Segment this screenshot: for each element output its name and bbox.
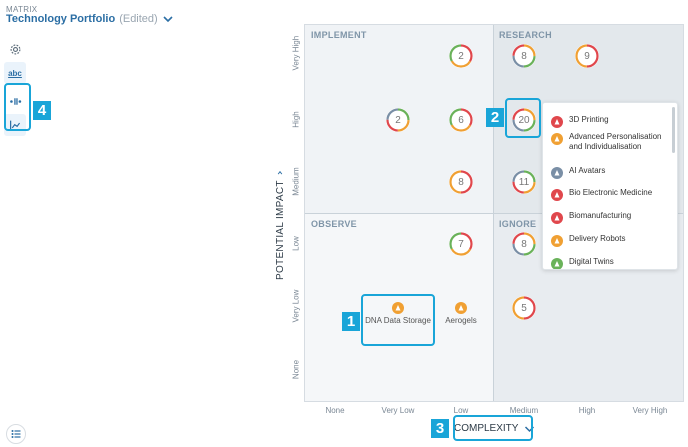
settings-button[interactable] — [4, 38, 26, 60]
cluster-bubble[interactable]: 20 — [512, 108, 536, 132]
popup-list-item[interactable]: 3D Printing — [543, 115, 671, 128]
callout-badge-3: 3 — [431, 419, 449, 438]
bubble-count: 8 — [458, 176, 464, 188]
y-axis-selector[interactable]: POTENTIAL IMPACT — [273, 170, 287, 280]
x-tick-label: None — [325, 406, 345, 415]
left-toolbar: abc — [4, 38, 28, 138]
y-tick-text: Medium — [291, 167, 301, 196]
popup-item-label: Digital Twins — [569, 257, 614, 266]
x-tick-label: Very High — [632, 406, 668, 415]
chevron-down-icon[interactable] — [162, 14, 174, 24]
bubble-count: 11 — [518, 176, 530, 188]
technology-icon — [551, 167, 563, 179]
chart-icon — [9, 120, 20, 131]
y-tick-text: Low — [291, 236, 301, 251]
y-tick-text: High — [291, 111, 301, 128]
x-tick-label: Very Low — [381, 406, 415, 415]
bubble-count: 2 — [395, 114, 401, 126]
labels-toggle-button[interactable]: abc — [4, 62, 26, 84]
technology-icon — [551, 258, 563, 269]
cluster-icon — [9, 97, 21, 105]
y-axis-title[interactable]: POTENTIAL IMPACT — [275, 180, 286, 280]
technology-icon — [551, 189, 563, 201]
bubble-count: 5 — [521, 302, 527, 314]
edited-status: (Edited) — [119, 13, 158, 25]
chevron-right-icon[interactable] — [275, 170, 285, 176]
y-tick-text: Very Low — [291, 289, 301, 323]
cluster-bubble[interactable]: 8 — [512, 232, 536, 256]
list-view-button[interactable] — [6, 424, 26, 444]
cluster-view-button[interactable] — [4, 90, 26, 112]
popup-item-label: 3D Printing — [569, 115, 609, 124]
bubble-count: 8 — [521, 50, 527, 62]
y-tick-text: Very High — [291, 35, 301, 71]
callout-badge-4: 4 — [33, 101, 51, 120]
bubble-count: 2 — [458, 50, 464, 62]
quadrant-label-ignore: IGNORE — [499, 219, 537, 229]
x-axis-selector[interactable]: COMPLEXITY — [454, 423, 535, 434]
popup-item-label: Advanced Personalisation and Individuali… — [569, 132, 662, 151]
matrix-selector[interactable]: Technology Portfolio (Edited) — [6, 13, 174, 25]
abc-label-icon: abc — [8, 68, 22, 78]
cluster-bubble[interactable]: 8 — [512, 44, 536, 68]
technology-icon — [551, 235, 563, 247]
callout-badge-1: 1 — [342, 312, 360, 331]
popup-item-label: Biomanufacturing — [569, 211, 632, 220]
bubble-count: 8 — [521, 238, 527, 250]
quadrant-label-observe: OBSERVE — [311, 219, 357, 229]
cluster-bubble[interactable]: 2 — [386, 108, 410, 132]
cluster-bubble[interactable]: 6 — [449, 108, 473, 132]
technology-label: DNA Data Storage — [365, 316, 431, 325]
popup-list-item[interactable]: Advanced Personalisation and Individuali… — [543, 132, 671, 152]
quadrant-label-research: RESEARCH — [499, 30, 552, 40]
bubble-count: 9 — [584, 50, 590, 62]
bubble-count: 7 — [458, 238, 464, 250]
popup-item-label: Bio Electronic Medicine — [569, 188, 653, 197]
technology-node[interactable]: DNA Data Storage — [363, 302, 433, 325]
popup-item-label: Delivery Robots — [569, 234, 626, 243]
popup-list-item[interactable]: Biomanufacturing — [543, 211, 671, 224]
x-tick-label: High — [578, 406, 596, 415]
popup-item-label: AI Avatars — [569, 166, 606, 175]
cluster-bubble[interactable]: 8 — [449, 170, 473, 194]
cluster-bubble[interactable]: 9 — [575, 44, 599, 68]
bubble-count: 20 — [518, 114, 530, 126]
cluster-bubble[interactable]: 5 — [512, 296, 536, 320]
chevron-down-icon[interactable] — [524, 424, 535, 434]
x-tick-label: Medium — [509, 406, 539, 415]
x-axis-title[interactable]: COMPLEXITY — [454, 423, 518, 434]
technology-label: Aerogels — [445, 316, 477, 325]
popup-list-item[interactable]: Digital Twins — [543, 257, 671, 269]
technology-icon — [551, 116, 563, 128]
cluster-bubble[interactable]: 2 — [449, 44, 473, 68]
popup-list-item[interactable]: Delivery Robots — [543, 234, 671, 247]
list-icon — [11, 430, 21, 438]
popup-list-item[interactable]: Bio Electronic Medicine — [543, 188, 671, 201]
cluster-bubble[interactable]: 7 — [449, 232, 473, 256]
popup-scrollbar[interactable] — [672, 107, 675, 153]
matrix-title[interactable]: Technology Portfolio — [6, 13, 115, 25]
quadrant-label-implement: IMPLEMENT — [311, 30, 367, 40]
y-tick-text: None — [291, 359, 301, 380]
bubble-count: 6 — [458, 114, 464, 126]
technology-icon — [455, 302, 467, 314]
chart-view-button[interactable] — [4, 114, 26, 136]
bubble-items-popup: 3D Printing Advanced Personalisation and … — [542, 102, 678, 270]
x-tick-label: Low — [453, 406, 469, 415]
technology-icon — [392, 302, 404, 314]
popup-list-item[interactable]: AI Avatars — [543, 166, 671, 179]
cluster-bubble[interactable]: 11 — [512, 170, 536, 194]
technology-node[interactable]: Aerogels — [441, 302, 481, 325]
callout-badge-2: 2 — [486, 108, 504, 127]
gear-icon — [10, 44, 20, 54]
technology-icon — [551, 133, 563, 145]
technology-icon — [551, 212, 563, 224]
